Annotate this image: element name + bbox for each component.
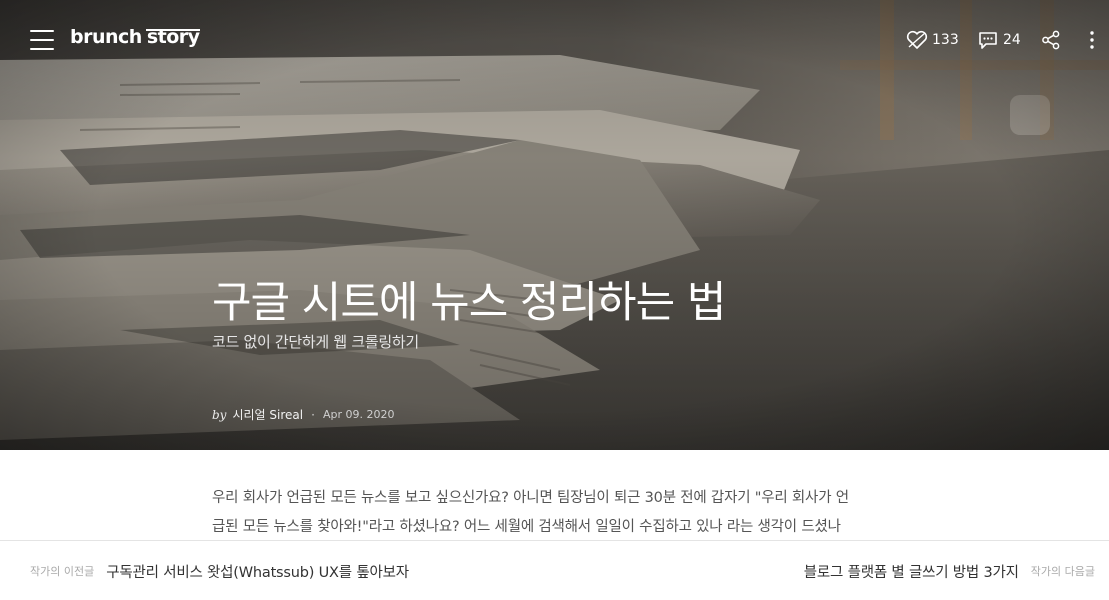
like-button[interactable]: 133 <box>906 26 959 54</box>
next-post-link[interactable]: 블로그 플랫폼 별 글쓰기 방법 3가지 작가의 다음글 <box>804 541 1095 600</box>
article-body: 우리 회사가 언급된 모든 뉴스를 보고 싶으신가요? 아니면 팀장님이 퇴근 … <box>212 484 912 542</box>
hero-cover-image: brunch story 133 24 구글 시트에 뉴스 정리하는 법 코드 … <box>0 0 1109 450</box>
previous-post-link[interactable]: 작가의 이전글 구독관리 서비스 왓섭(Whatssub) UX를 톺아보자 <box>30 541 409 600</box>
like-icon <box>906 30 928 49</box>
prev-next-nav: 작가의 이전글 구독관리 서비스 왓섭(Whatssub) UX를 톺아보자 블… <box>0 540 1109 600</box>
article-line: 급된 모든 뉴스를 찾아와!"라고 하셨나요? 어느 세월에 검색해서 일일이 … <box>212 519 841 535</box>
top-bar: brunch story 133 24 <box>0 0 1109 80</box>
menu-button[interactable] <box>30 28 56 52</box>
next-post-title: 블로그 플랫폼 별 글쓰기 방법 3가지 <box>803 564 1019 581</box>
article-line: 우리 회사가 언급된 모든 뉴스를 보고 싶으신가요? 아니면 팀장님이 퇴근 … <box>212 490 849 506</box>
logo-word-story: story <box>145 26 200 48</box>
prev-post-title: 구독관리 서비스 왓섭(Whatssub) UX를 톺아보자 <box>106 564 409 581</box>
byline-separator: · <box>311 407 315 422</box>
comment-button[interactable]: 24 <box>977 26 1021 54</box>
share-icon <box>1042 30 1060 50</box>
like-count: 133 <box>932 32 959 48</box>
post-subtitle: 코드 없이 간단하게 웹 크롤링하기 <box>212 333 419 351</box>
share-button[interactable] <box>1041 26 1061 54</box>
prev-kicker: 작가의 이전글 <box>30 565 95 578</box>
comment-icon <box>979 32 997 49</box>
next-kicker: 작가의 다음글 <box>1030 565 1095 578</box>
menu-icon <box>30 30 54 32</box>
more-icon <box>1090 31 1094 49</box>
post-title: 구글 시트에 뉴스 정리하는 법 <box>212 278 726 328</box>
brunch-logo[interactable]: brunch story <box>70 26 200 54</box>
comment-count: 24 <box>1003 32 1021 48</box>
author-name[interactable]: 시리얼 Sireal <box>232 406 303 423</box>
post-date: Apr 09. 2020 <box>322 408 395 421</box>
post-byline: by 시리얼 Sireal · Apr 09. 2020 <box>212 406 394 423</box>
more-options-button[interactable] <box>1085 26 1099 54</box>
byline-by: by <box>212 407 227 422</box>
logo-word-brunch: brunch <box>70 26 142 48</box>
